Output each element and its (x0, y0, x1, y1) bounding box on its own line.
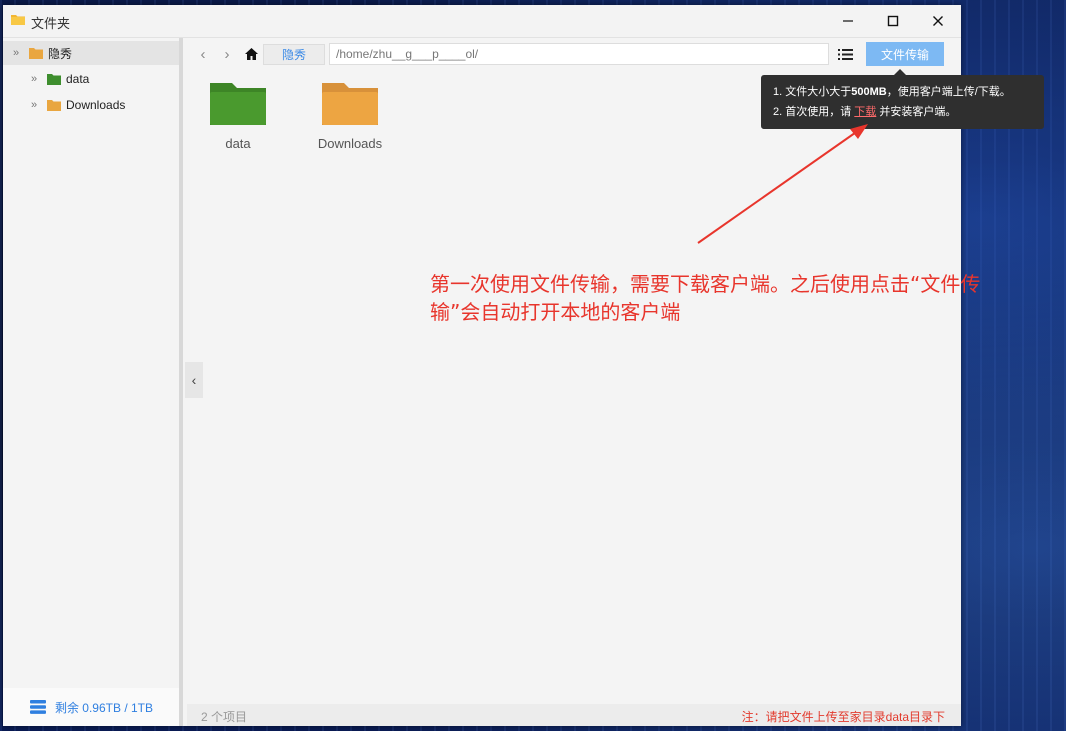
forward-button[interactable]: › (217, 41, 237, 67)
folder-item-data[interactable]: data (193, 81, 283, 161)
path-input[interactable] (329, 43, 829, 65)
close-button[interactable] (915, 5, 961, 37)
maximize-button[interactable] (870, 5, 916, 37)
item-count: 2 个项目 (201, 710, 248, 724)
chevron-right-icon: › (224, 45, 230, 63)
folder-name: data (225, 136, 251, 151)
folder-icon (210, 83, 266, 125)
tooltip-size: 500MB (851, 86, 887, 98)
tooltip-text: 2. 首次使用，请 (773, 106, 852, 118)
storage-icon (29, 700, 46, 714)
annotation-text: 第一次使用文件传输，需要下载客户端。之后使用点击“文件传输”会自动打开本地的客户… (430, 272, 981, 324)
sidebar-item-label: 隐秀 (48, 46, 73, 61)
list-icon (837, 48, 853, 60)
folder-icon (47, 99, 61, 111)
chevron-left-icon: ‹ (200, 45, 206, 63)
home-button[interactable] (241, 41, 261, 67)
sidebar: » 隐秀 » data » Downloads 剩余 0.96TB / 1TB (3, 38, 183, 726)
list-view-button[interactable] (835, 44, 855, 64)
sidebar-item-downloads[interactable]: » Downloads (21, 93, 125, 117)
toolbar: ‹ › 隐秀 文件传输 (187, 41, 961, 71)
minimize-button[interactable] (825, 5, 871, 37)
back-button[interactable]: ‹ (193, 41, 213, 67)
minimize-icon (843, 20, 853, 22)
transfer-tooltip: 1. 文件大小大于500MB，使用客户端上传/下载。 2. 首次使用，请 下载 … (761, 69, 1044, 129)
folder-icon (322, 83, 378, 125)
chevron-left-icon: ‹ (191, 372, 197, 388)
folder-item-downloads[interactable]: Downloads (305, 81, 395, 161)
home-icon (244, 48, 258, 60)
folder-name: Downloads (317, 136, 383, 151)
storage-text: 剩余 0.96TB / 1TB (54, 700, 154, 715)
folder-icon (11, 15, 25, 25)
breadcrumb[interactable]: 隐秀 (263, 44, 325, 65)
tooltip-line-1: 1. 文件大小大于500MB，使用客户端上传/下载。 (773, 82, 1032, 102)
window-title: 文件夹 (31, 16, 71, 31)
upload-note: 注：请把文件上传至家目录data目录下 (741, 710, 945, 724)
sidebar-item-label: data (66, 72, 90, 86)
maximize-icon (887, 15, 899, 27)
tooltip-text: ，使用客户端上传/下载。 (886, 86, 1011, 98)
collapse-sidebar-button[interactable]: ‹ (185, 362, 203, 398)
close-icon (933, 16, 943, 26)
tooltip-text: 1. 文件大小大于 (773, 86, 852, 98)
tooltip-line-2: 2. 首次使用，请 下载 并安装客户端。 (773, 102, 1032, 122)
sidebar-item-root[interactable]: » 隐秀 (3, 41, 179, 65)
chevron-right-icon[interactable]: » (27, 99, 41, 111)
chevron-right-icon[interactable]: » (27, 73, 41, 85)
storage-indicator: 剩余 0.96TB / 1TB (3, 688, 179, 726)
download-client-link[interactable]: 下载 (854, 106, 876, 118)
sidebar-item-data[interactable]: » data (21, 67, 89, 91)
folder-icon (29, 47, 43, 59)
title-bar: 文件夹 (3, 5, 961, 38)
chevron-down-icon[interactable]: » (9, 47, 23, 59)
folder-icon (47, 73, 61, 85)
sidebar-item-label: Downloads (66, 98, 126, 112)
status-bar: 2 个项目 注：请把文件上传至家目录data目录下 (187, 704, 961, 726)
tooltip-text: 并安装客户端。 (879, 106, 957, 118)
file-transfer-button[interactable]: 文件传输 (866, 42, 944, 66)
